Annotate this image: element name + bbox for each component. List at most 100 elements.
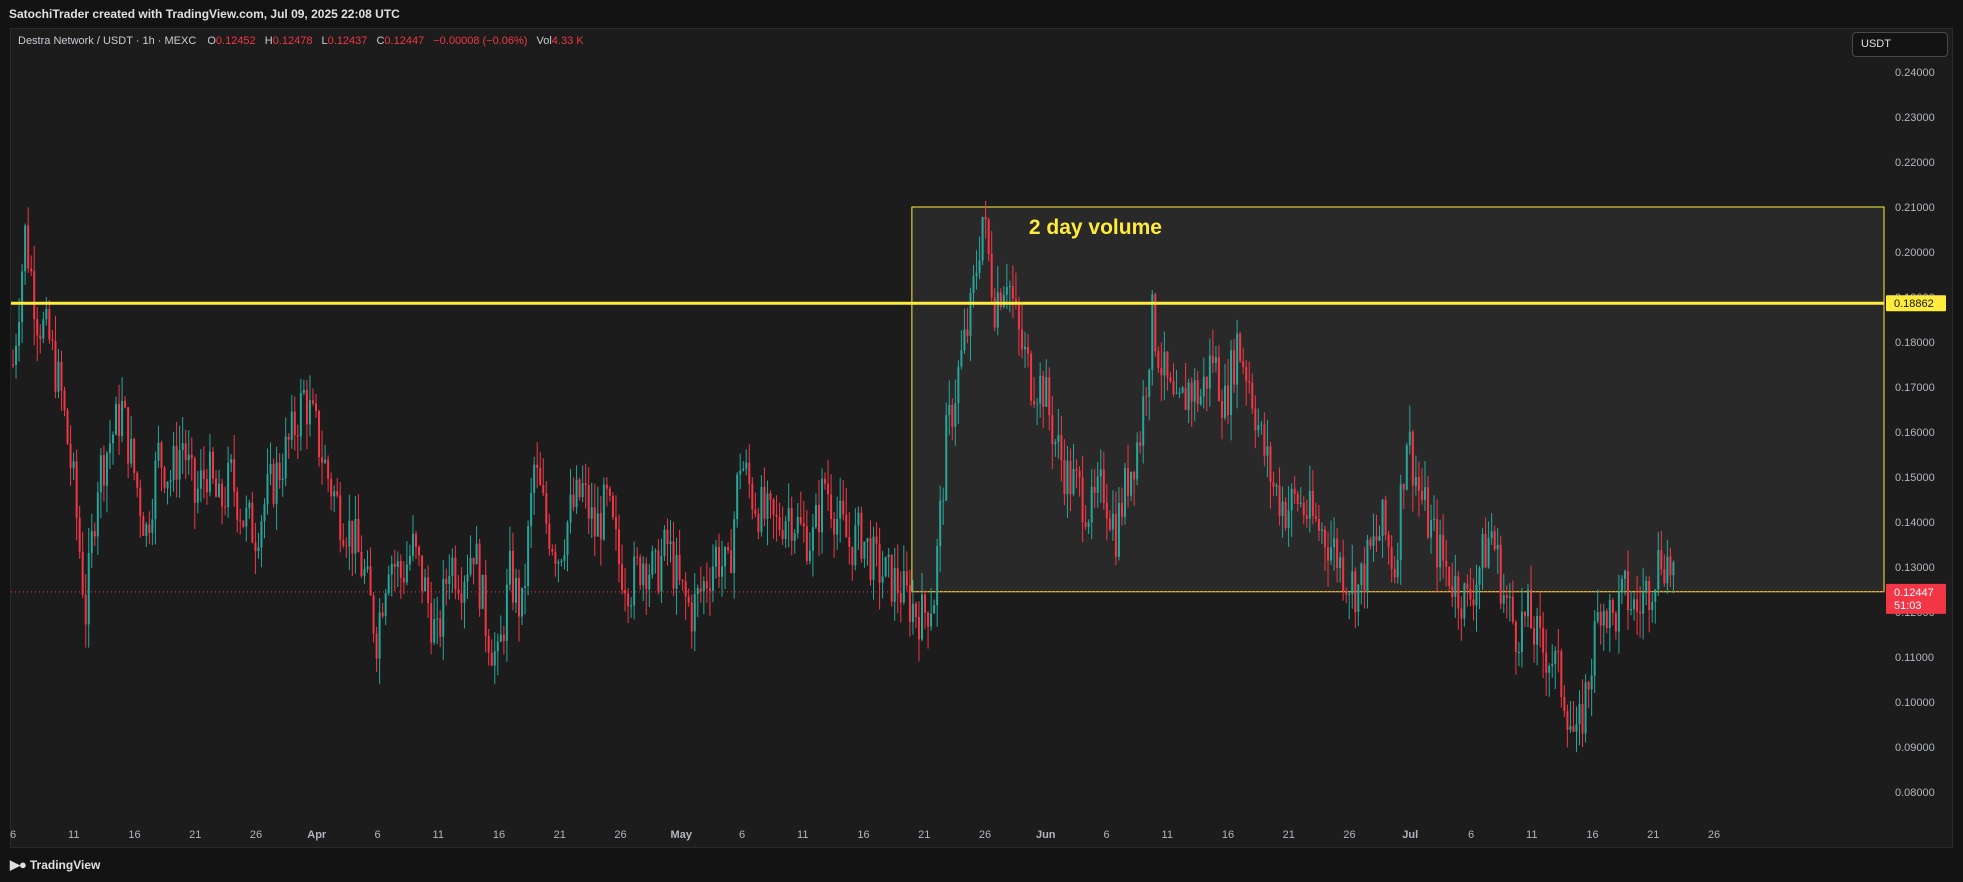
- candle-body: [318, 411, 321, 458]
- candle-body: [839, 500, 842, 519]
- candle-body: [1402, 484, 1405, 490]
- candle-body: [69, 443, 72, 469]
- candle-body: [836, 518, 839, 535]
- candle-body: [863, 541, 866, 559]
- y-tick-label: 0.18000: [1895, 337, 1935, 349]
- candle-body: [1284, 501, 1287, 528]
- candle-body: [878, 543, 881, 583]
- candle-body: [1584, 682, 1587, 734]
- candle-body: [1475, 584, 1478, 606]
- candle-body: [860, 512, 863, 559]
- candle-body: [1672, 562, 1675, 576]
- candle-body: [690, 602, 693, 632]
- price-chart[interactable]: 2 day volume 0.24000 0.23000 0.22000 0.21000…: [0, 0, 1963, 882]
- candle-body: [254, 542, 257, 552]
- candle-body: [333, 491, 336, 497]
- y-tick-label: 0.10000: [1895, 697, 1935, 709]
- candle-body: [460, 593, 463, 603]
- candle-body: [1184, 387, 1187, 410]
- candle-body: [924, 594, 927, 613]
- candle-body: [802, 523, 805, 527]
- y-tick-label: 0.16000: [1895, 427, 1935, 439]
- candle-body: [1517, 652, 1520, 654]
- candle-body: [248, 502, 251, 508]
- candle-body: [284, 436, 287, 479]
- candle-body: [1311, 490, 1314, 517]
- y-tick-label: 0.24000: [1895, 67, 1935, 79]
- candle-body: [1220, 401, 1223, 419]
- candle-body: [518, 577, 521, 617]
- candle-body: [272, 464, 275, 504]
- candle-body: [1399, 484, 1402, 560]
- candle-body: [1181, 387, 1184, 393]
- candle-body: [914, 603, 917, 618]
- x-tick-label: 11: [433, 829, 444, 841]
- candle-body: [230, 459, 233, 463]
- x-tick-label: 16: [493, 829, 505, 841]
- candle-body: [66, 410, 69, 444]
- candle-body: [45, 309, 48, 320]
- candle-body: [1366, 539, 1369, 593]
- candle-body: [1411, 431, 1414, 486]
- candle-body: [999, 292, 1002, 307]
- x-tick-label: Jul: [1402, 829, 1418, 841]
- candle-body: [1008, 286, 1011, 288]
- candle-body: [1251, 382, 1254, 409]
- candle-body: [590, 507, 593, 519]
- candle-body: [51, 339, 54, 341]
- candle-body: [233, 459, 236, 492]
- candle-body: [1214, 357, 1217, 364]
- candle-body: [242, 520, 245, 527]
- candle-body: [433, 619, 436, 643]
- candle-body: [824, 478, 827, 484]
- candle-body: [451, 557, 454, 576]
- candle-body: [778, 516, 781, 531]
- x-tick-label: 16: [1222, 829, 1234, 841]
- candle-body: [360, 551, 363, 577]
- candle-body: [1433, 518, 1436, 521]
- candle-body: [1648, 580, 1651, 610]
- candle-body: [714, 546, 717, 567]
- candle-body: [336, 491, 339, 496]
- candle-body: [221, 483, 224, 507]
- candle-body: [581, 483, 584, 498]
- candle-body: [1293, 488, 1296, 495]
- candle-body: [1611, 600, 1614, 613]
- x-tick-label: 21: [189, 829, 201, 841]
- candle-body: [1551, 664, 1554, 667]
- candle-body: [660, 555, 663, 592]
- candle-body: [381, 612, 384, 617]
- candle-body: [293, 411, 296, 436]
- candle-body: [157, 442, 160, 461]
- candle-body: [790, 507, 793, 541]
- candle-body: [63, 390, 66, 411]
- candle-body: [493, 651, 496, 666]
- candle-body: [1660, 550, 1663, 570]
- candle-body: [954, 403, 957, 427]
- candle-body: [1193, 380, 1196, 402]
- candle-body: [1172, 381, 1175, 394]
- candle-body: [239, 519, 242, 521]
- candle-body: [1345, 591, 1348, 595]
- candle-body: [299, 392, 302, 437]
- candle-body: [975, 272, 978, 277]
- candle-body: [218, 483, 221, 497]
- candle-body: [881, 576, 884, 583]
- candle-body: [187, 454, 190, 461]
- candle-body: [1130, 471, 1133, 496]
- candle-body: [1405, 445, 1408, 490]
- candle-body: [1066, 460, 1069, 495]
- candle-body: [484, 574, 487, 636]
- candle-body: [257, 547, 260, 552]
- candle-body: [1072, 468, 1075, 495]
- candle-body: [1272, 482, 1275, 487]
- candle-body: [457, 589, 460, 594]
- candle-body: [439, 618, 442, 637]
- candle-body: [1348, 594, 1351, 596]
- candle-body: [1175, 393, 1178, 395]
- candle-body: [654, 550, 657, 552]
- candle-body: [1011, 286, 1014, 299]
- candle-body: [1645, 580, 1648, 593]
- candle-body: [160, 442, 163, 468]
- candle-body: [1096, 476, 1099, 493]
